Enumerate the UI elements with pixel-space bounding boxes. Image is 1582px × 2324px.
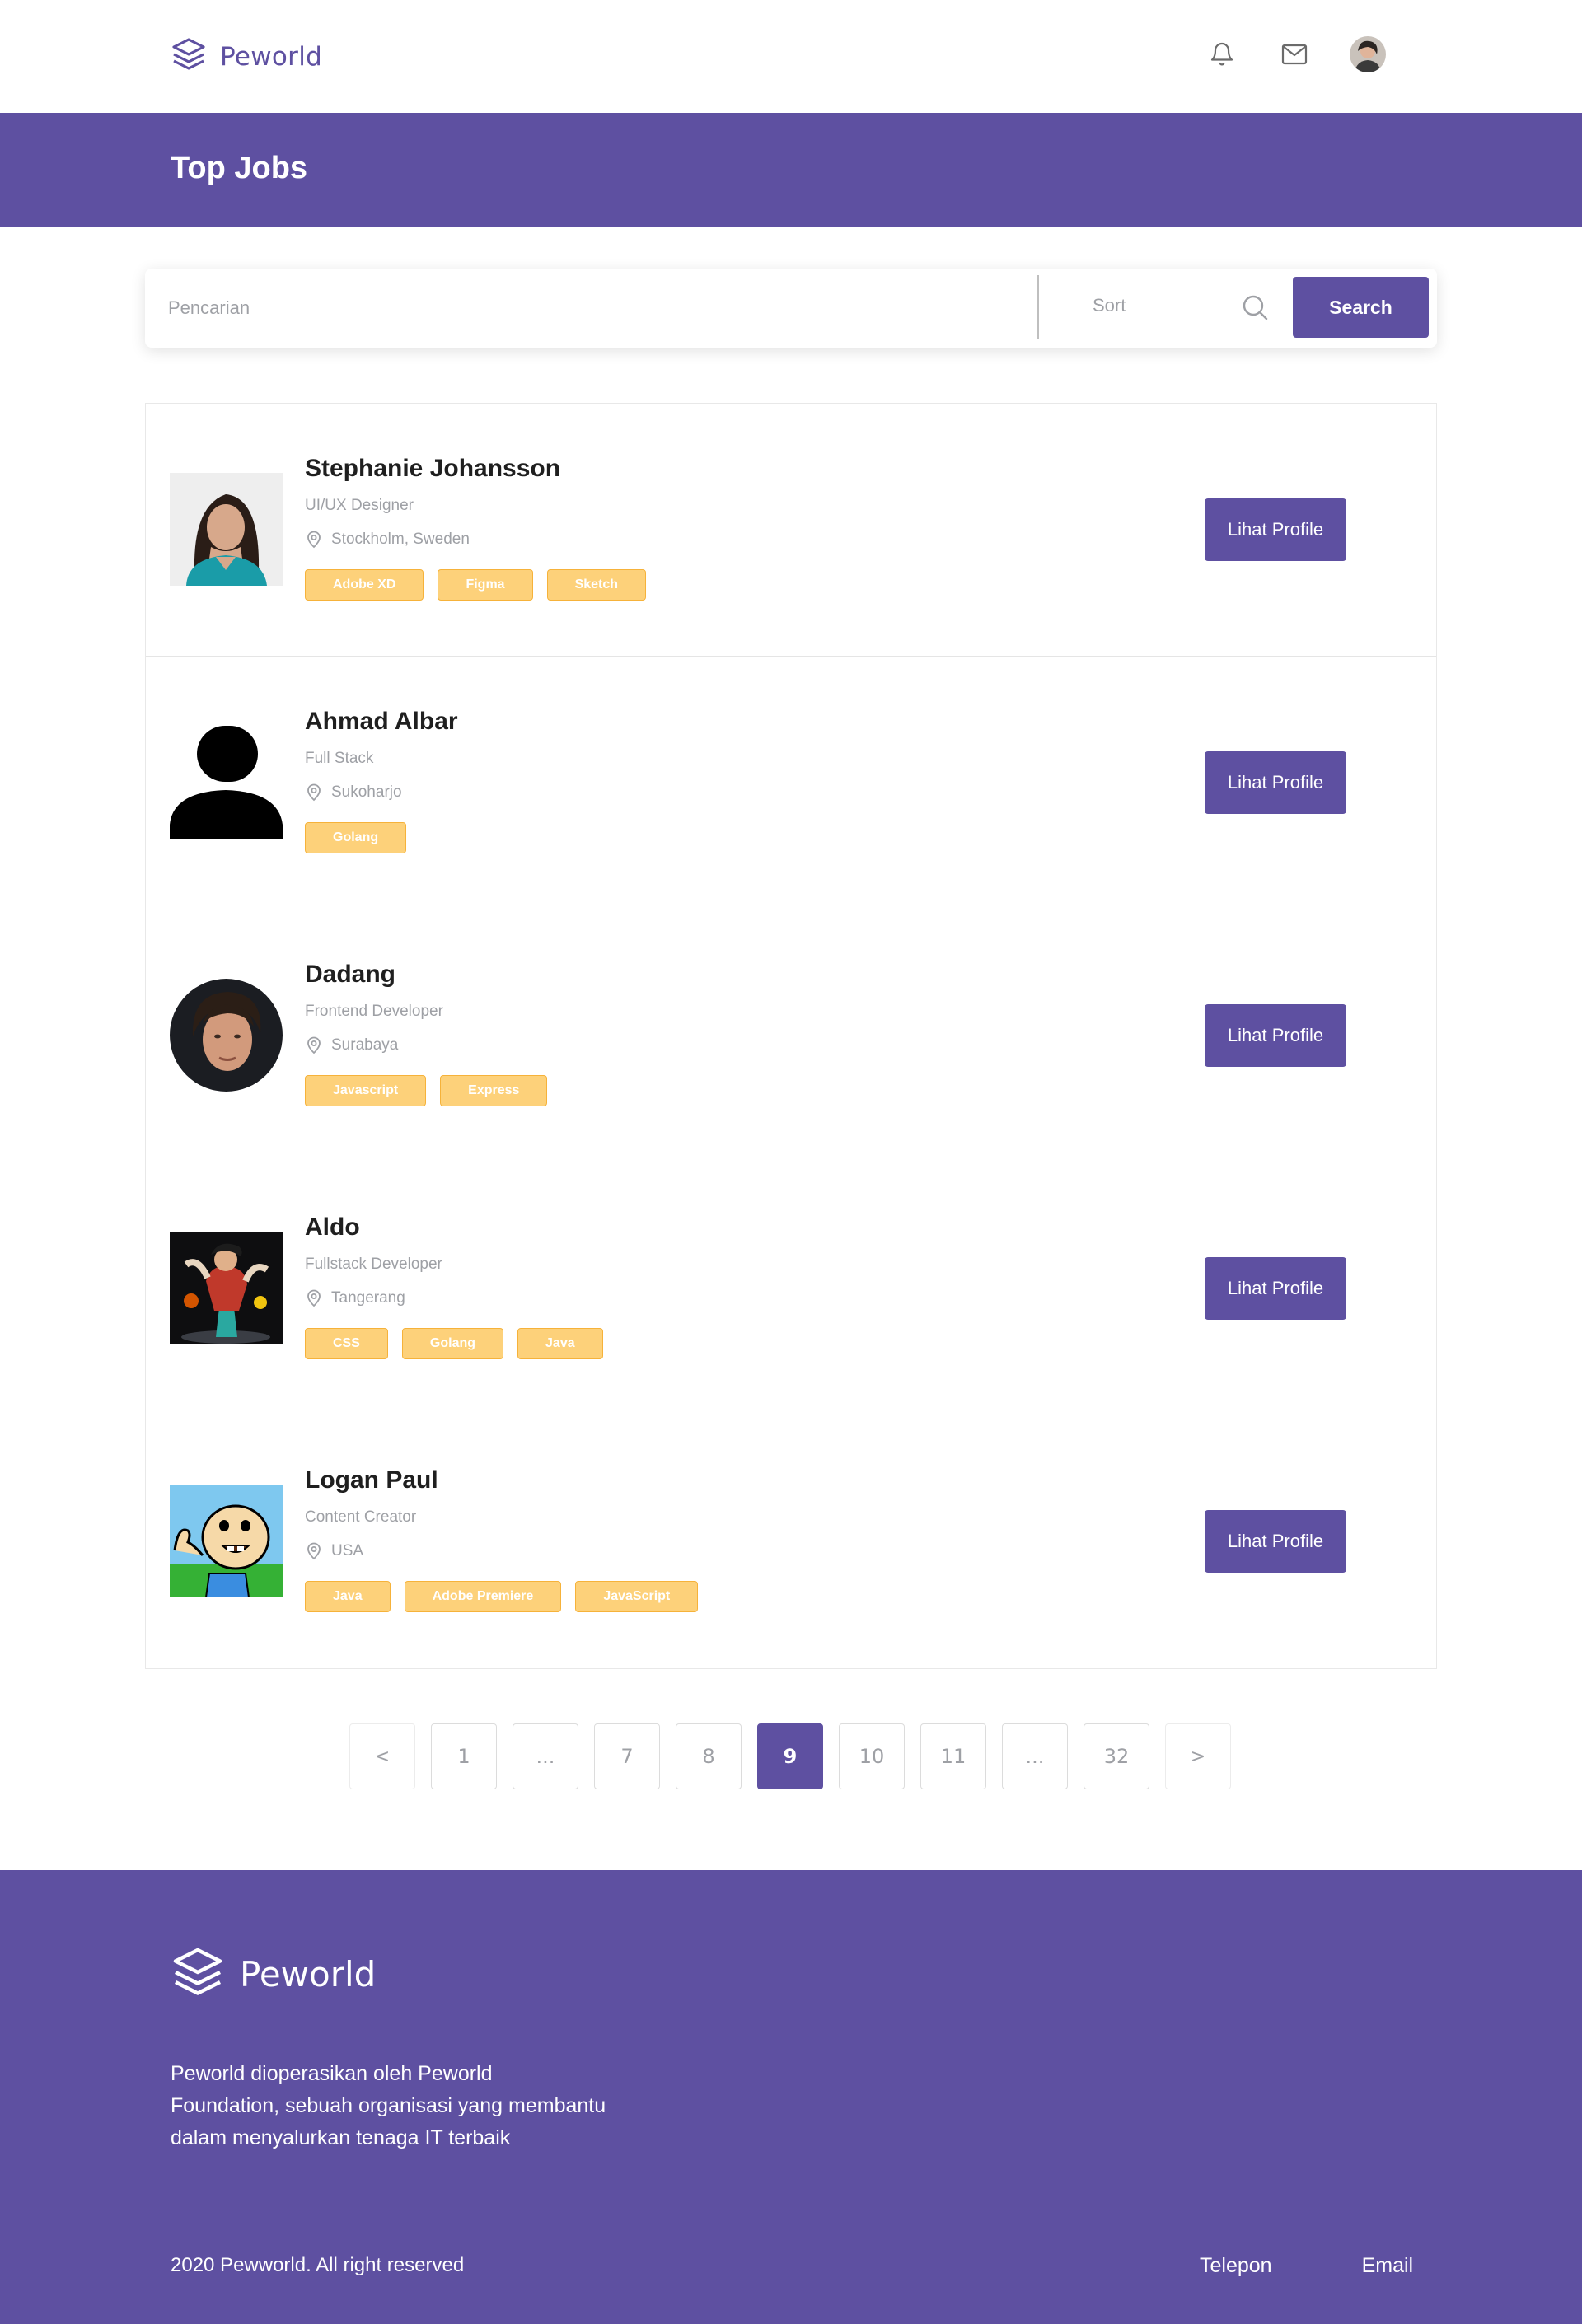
candidate-location: USA [305,1542,363,1560]
candidate-card: Dadang Frontend Developer Surabaya Javas… [146,909,1436,1162]
candidate-location: Stockholm, Sweden [305,531,470,549]
candidate-name: Aldo [305,1213,360,1241]
location-text: Stockholm, Sweden [331,531,470,548]
map-pin-icon [305,531,323,549]
candidate-location: Tangerang [305,1289,405,1307]
search-button[interactable]: Search [1293,277,1429,338]
candidate-name: Dadang [305,961,396,988]
location-text: Tangerang [331,1289,405,1307]
footer-description-line: dalam menyalurkan tenaga IT terbaik [171,2126,511,2149]
user-avatar[interactable] [1350,36,1386,72]
candidate-card: Aldo Fullstack Developer Tangerang CSS G… [146,1162,1436,1415]
footer-description-line: Foundation, sebuah organisasi yang memba… [171,2094,606,2117]
candidate-name: Logan Paul [305,1466,438,1494]
pagination: < 1 ... 7 8 9 10 11 ... 32 > [349,1723,1231,1789]
footer-brand-name: Peworld [240,1954,377,1994]
candidate-photo [170,979,283,1092]
view-profile-button[interactable]: Lihat Profile [1205,498,1346,561]
view-profile-button[interactable]: Lihat Profile [1205,1510,1346,1573]
candidate-role: Full Stack [305,750,374,767]
view-profile-button[interactable]: Lihat Profile [1205,751,1346,814]
location-text: Sukoharjo [331,783,402,801]
brand-logo[interactable]: Peworld [171,36,322,77]
candidate-name: Stephanie Johansson [305,455,561,482]
candidate-location: Sukoharjo [305,783,402,802]
search-divider [1037,275,1039,339]
skill-tag: Sketch [546,569,647,601]
page-button-current[interactable]: 9 [757,1723,823,1789]
prev-page-button[interactable]: < [349,1723,415,1789]
location-text: Surabaya [331,1036,399,1054]
skill-tags: Golang [305,822,407,853]
skill-tag: Java [305,1581,391,1612]
candidate-photo [170,726,283,839]
candidate-role: Content Creator [305,1508,417,1526]
page-button[interactable]: 32 [1084,1723,1149,1789]
skill-tag: CSS [305,1328,388,1359]
layers-icon [171,1945,225,2004]
copyright: 2020 Pewworld. All right reserved [171,2254,465,2276]
candidate-photo [170,473,283,586]
candidate-photo [170,1485,283,1597]
candidate-photo [170,1232,283,1344]
candidate-list: Stephanie Johansson UI/UX Designer Stock… [145,403,1437,1669]
navbar: Peworld [0,0,1582,113]
page: Peworld Top Jobs Pencarian Sort Search S… [0,0,1582,2324]
skill-tag: Java [517,1328,603,1359]
skill-tags: Adobe XD Figma Sketch [305,569,647,601]
page-ellipsis[interactable]: ... [1002,1723,1068,1789]
hero-banner: Top Jobs [0,113,1582,227]
mail-icon[interactable] [1278,38,1311,71]
candidate-card: Ahmad Albar Full Stack Sukoharjo Golang … [146,657,1436,909]
candidate-name: Ahmad Albar [305,708,458,735]
view-profile-button[interactable]: Lihat Profile [1205,1004,1346,1067]
candidate-role: Frontend Developer [305,1003,443,1020]
map-pin-icon [305,783,323,802]
skill-tags: CSS Golang Java [305,1328,603,1359]
search-icon[interactable] [1239,292,1271,323]
map-pin-icon [305,1542,323,1560]
skill-tag: Golang [401,1328,504,1359]
page-button[interactable]: 11 [920,1723,986,1789]
skill-tag: Golang [305,822,407,853]
skill-tag: Adobe XD [305,569,424,601]
page-button[interactable]: 1 [431,1723,497,1789]
skill-tag: Figma [438,569,533,601]
skill-tags: Java Adobe Premiere JavaScript [305,1581,699,1612]
candidate-role: UI/UX Designer [305,497,414,514]
next-page-button[interactable]: > [1165,1723,1231,1789]
page-button[interactable]: 8 [676,1723,742,1789]
candidate-role: Fullstack Developer [305,1256,442,1273]
footer: Peworld Peworld dioperasikan oleh Peworl… [0,1870,1582,2324]
candidate-location: Surabaya [305,1036,398,1054]
skill-tags: Javascript Express [305,1075,548,1106]
page-title: Top Jobs [171,151,308,185]
candidate-card: Logan Paul Content Creator USA Java Adob… [146,1415,1436,1668]
skill-tag: Javascript [305,1075,427,1106]
footer-logo[interactable]: Peworld [171,1945,376,2004]
sort-dropdown[interactable]: Sort [1093,295,1126,316]
page-button[interactable]: 7 [594,1723,660,1789]
footer-description-line: Peworld dioperasikan oleh Peworld [171,2062,493,2085]
candidate-card: Stephanie Johansson UI/UX Designer Stock… [146,404,1436,657]
skill-tag: Express [440,1075,548,1106]
search-input[interactable] [168,287,1165,330]
view-profile-button[interactable]: Lihat Profile [1205,1257,1346,1320]
page-ellipsis[interactable]: ... [513,1723,578,1789]
search-bar: Sort Search [145,269,1437,348]
email-link[interactable]: Email [1362,2254,1414,2278]
nav-actions [1205,36,1386,72]
skill-tag: JavaScript [575,1581,699,1612]
brand-name: Peworld [220,41,323,72]
location-text: USA [331,1542,364,1559]
bell-icon[interactable] [1205,38,1238,71]
skill-tag: Adobe Premiere [404,1581,562,1612]
map-pin-icon [305,1036,323,1054]
footer-description: Peworld dioperasikan oleh Peworld Founda… [171,2058,632,2154]
layers-icon [171,36,207,77]
map-pin-icon [305,1289,323,1307]
footer-links: Telepon Email [1200,2254,1413,2278]
page-button[interactable]: 10 [839,1723,905,1789]
phone-link[interactable]: Telepon [1200,2254,1272,2278]
